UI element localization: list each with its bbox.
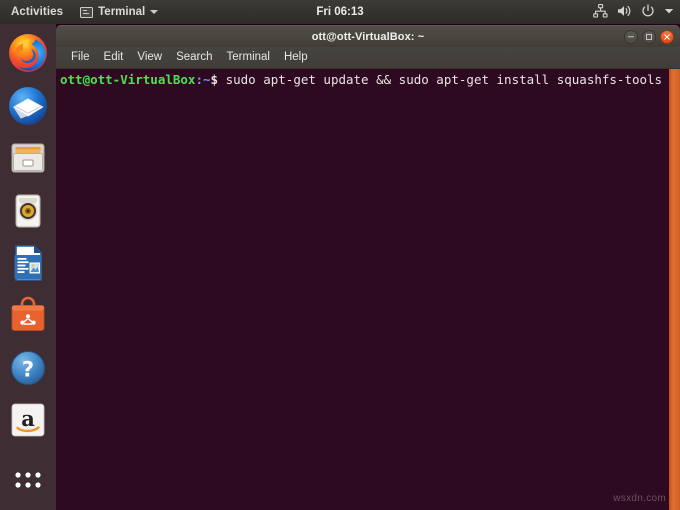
terminal-output-area[interactable]: ott@ott-VirtualBox:~$ sudo apt-get updat…	[56, 69, 680, 510]
top-bar: Activities Terminal Fri 06:13	[0, 0, 680, 24]
menu-terminal[interactable]: Terminal	[220, 48, 277, 67]
menu-file[interactable]: File	[64, 48, 97, 67]
menu-search[interactable]: Search	[169, 48, 219, 67]
unity-launcher: ? a	[0, 24, 56, 510]
svg-text:a: a	[21, 406, 35, 431]
volume-icon[interactable]	[617, 4, 632, 21]
menu-view[interactable]: View	[130, 48, 169, 67]
close-button[interactable]	[660, 29, 674, 44]
menu-edit[interactable]: Edit	[97, 48, 131, 67]
window-title: ott@ott-VirtualBox: ~	[311, 30, 425, 43]
svg-text:?: ?	[22, 357, 34, 381]
terminal-command: sudo apt-get update && sudo apt-get inst…	[225, 72, 663, 87]
launcher-item-ubuntu-software[interactable]	[4, 292, 52, 338]
launcher-item-thunderbird[interactable]	[4, 82, 52, 128]
window-app-menu[interactable]: Terminal	[72, 0, 166, 24]
maximize-button[interactable]	[642, 29, 656, 44]
chevron-down-icon[interactable]	[664, 6, 674, 18]
launcher-item-help[interactable]: ?	[4, 345, 52, 391]
terminal-title-bar[interactable]: ott@ott-VirtualBox: ~	[56, 25, 680, 47]
launcher-item-amazon[interactable]: a	[4, 397, 52, 443]
activities-label: Activities	[11, 6, 64, 18]
desktop-screen: Activities Terminal Fri 06:13 ? a ott@ot…	[0, 0, 680, 510]
terminal-menu-bar: File Edit View Search Terminal Help	[56, 47, 680, 69]
launcher-item-firefox[interactable]	[4, 30, 52, 76]
launcher-item-files[interactable]	[4, 135, 52, 181]
system-tray[interactable]	[593, 0, 674, 24]
chevron-down-icon	[150, 10, 159, 14]
power-icon[interactable]	[641, 3, 655, 21]
terminal-prompt-user: ott@ott-VirtualBox	[60, 72, 196, 87]
network-icon[interactable]	[593, 3, 608, 21]
terminal-icon	[80, 6, 94, 18]
terminal-prompt-path: :~	[195, 72, 211, 87]
terminal-scrollbar[interactable]	[669, 69, 680, 510]
terminal-prompt-symbol: $	[210, 72, 226, 87]
launcher-item-libreoffice-writer[interactable]	[4, 240, 52, 286]
launcher-item-show-applications[interactable]	[4, 458, 52, 504]
window-app-menu-label: Terminal	[98, 6, 146, 18]
activities-button[interactable]: Activities	[2, 0, 72, 24]
menu-help[interactable]: Help	[277, 48, 315, 67]
terminal-text: ott@ott-VirtualBox:~$ sudo apt-get updat…	[60, 72, 672, 88]
terminal-window: ott@ott-VirtualBox: ~ File Edit View Sea…	[56, 25, 680, 510]
minimize-button[interactable]	[624, 29, 638, 44]
window-controls	[624, 29, 674, 44]
app-grid-icon	[15, 472, 41, 488]
launcher-item-rhythmbox[interactable]	[4, 187, 52, 233]
